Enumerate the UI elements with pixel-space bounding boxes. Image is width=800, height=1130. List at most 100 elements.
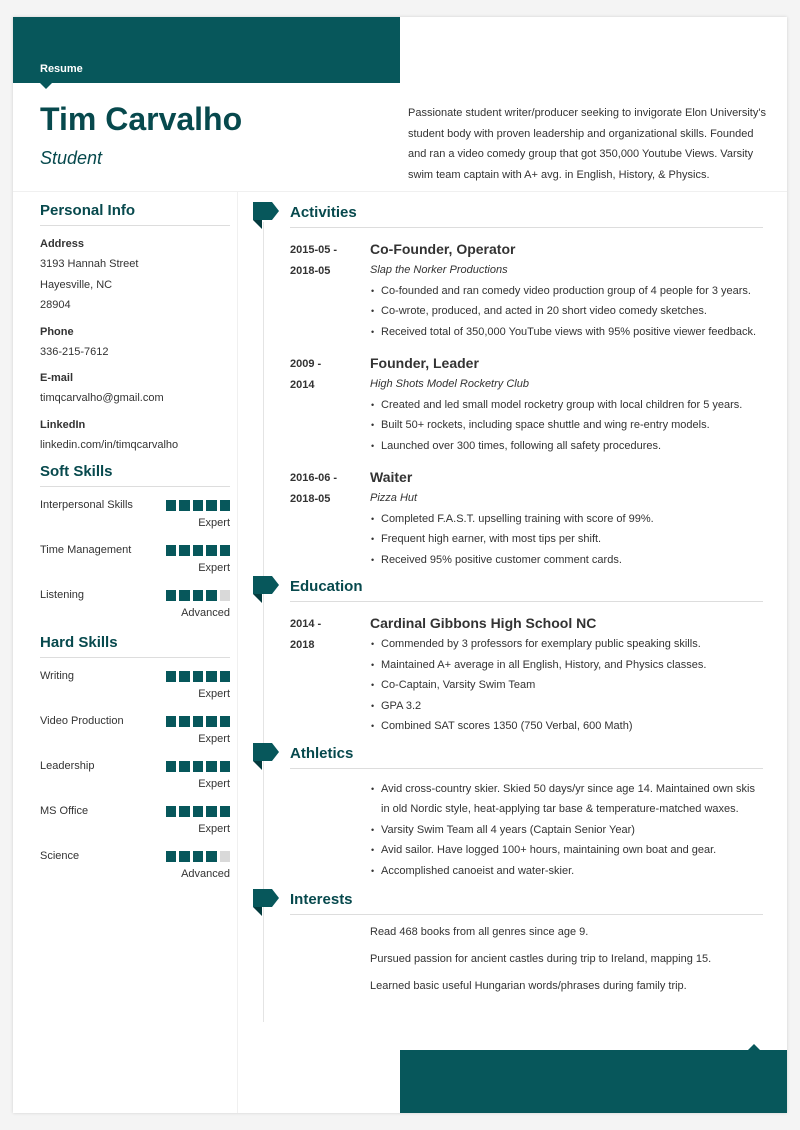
address-group: Address 3193 Hannah Street Hayesville, N… [40, 234, 230, 316]
activities-section: Activities 2015-05 - 2018-05 Co-Founder, O… [253, 202, 763, 570]
section-title-activities: Activities [290, 202, 763, 228]
address-label: Address [40, 238, 85, 250]
bullet-item: Accomplished canoeist and water-skier. [370, 861, 763, 882]
entry-dates: 2015-05 - 2018-05 [290, 240, 360, 281]
rating-dot-filled [179, 851, 190, 862]
rating-dot-filled [165, 500, 176, 511]
skill-rating [165, 545, 230, 556]
rating-dot-empty [219, 851, 230, 862]
entry-body: Waiter Pizza Hut Completed F.A.S.T. upsell… [370, 466, 763, 570]
soft-skills-list: Interpersonal Skills Expert Time Managemen… [40, 495, 230, 630]
interest-item: Read 468 books from all genres since age… [370, 926, 589, 938]
address-line: 3193 Hannah Street [40, 258, 139, 270]
rating-dot-filled [179, 716, 190, 727]
rating-dot-filled [219, 500, 230, 511]
footer-notch [748, 1044, 760, 1050]
skill-rating [165, 806, 230, 817]
rating-dot-filled [165, 671, 176, 682]
linkedin-value[interactable]: linkedin.com/in/timqcarvalho [40, 435, 230, 456]
education-list: 2014 - 2018 Cardinal Gibbons High School N… [253, 602, 763, 737]
rating-dot-filled [219, 671, 230, 682]
bullet-item: Co-wrote, produced, and acted in 20 shor… [370, 301, 763, 322]
rating-dot-filled [219, 761, 230, 772]
rating-dot-filled [219, 545, 230, 556]
header-notch [40, 83, 52, 89]
left-column: Personal Info Address 3193 Hannah Street… [40, 202, 230, 891]
profile-summary: Passionate student writer/producer seeki… [408, 107, 766, 181]
entry-title: Co-Founder, Operator [370, 241, 516, 257]
rating-dot-filled [206, 590, 217, 601]
skill-rating [165, 851, 230, 862]
rating-dot-filled [206, 545, 217, 556]
footer-band [400, 1044, 787, 1113]
skill-rating [165, 671, 230, 682]
rating-dot-filled [179, 671, 190, 682]
skill-rating [165, 761, 230, 772]
phone-label: Phone [40, 325, 74, 338]
date-end: 2014 [290, 378, 315, 391]
bullet-item: Maintained A+ average in all English, Hi… [370, 655, 763, 676]
skill-level: Expert [198, 778, 230, 790]
bullet-item: Frequent high earner, with most tips per… [370, 529, 763, 550]
entry-title: Cardinal Gibbons High School NC [370, 615, 597, 631]
personal-info-section: Personal Info Address 3193 Hannah Street… [40, 202, 230, 455]
entry-title: Waiter [370, 469, 413, 485]
athletics-bullets: Avid cross-country skier. Skied 50 days/… [370, 779, 763, 882]
skill-name: Listening [40, 589, 85, 601]
bullet-item: Varsity Swim Team all 4 years (Captain S… [370, 820, 763, 841]
athletics-section: Athletics Avid cross-country skier. Skie… [253, 742, 763, 882]
skill-rating [165, 716, 230, 727]
entry-organization: High Shots Model Rocketry Club [370, 378, 529, 390]
bullet-item: Combined SAT scores 1350 (750 Verbal, 60… [370, 716, 763, 737]
rating-dot-filled [192, 806, 203, 817]
entry-body: Founder, Leader High Shots Model Rocketry… [370, 352, 763, 456]
rating-dot-filled [179, 500, 190, 511]
rating-dot-filled [219, 806, 230, 817]
rating-dot-filled [206, 806, 217, 817]
skill-name: MS Office [40, 805, 89, 817]
activities-list: 2015-05 - 2018-05 Co-Founder, Operator Slap… [253, 228, 763, 570]
phone-value: 336-215-7612 [40, 345, 109, 358]
skill-rating [165, 500, 230, 511]
entry-bullets: Completed F.A.S.T. upselling training wi… [370, 509, 763, 571]
rating-dot-filled [165, 761, 176, 772]
interests-list: Read 468 books from all genres since age… [370, 919, 763, 1000]
header-divider [13, 191, 787, 192]
skill-level: Advanced [181, 868, 230, 880]
entry-dates: 2014 - 2018 [290, 614, 360, 655]
phone-group: Phone 336-215-7612 [40, 322, 230, 363]
rating-dot-filled [192, 761, 203, 772]
rating-dot-filled [192, 851, 203, 862]
skill-row: Science Advanced [40, 846, 230, 891]
skill-row: Listening Advanced [40, 585, 230, 630]
timeline-entry: 2015-05 - 2018-05 Co-Founder, Operator Slap… [290, 228, 763, 342]
skill-level: Expert [198, 562, 230, 574]
timeline-entry: 2016-06 - 2018-05 Waiter Pizza Hut Completed… [290, 456, 763, 570]
skill-name: Science [40, 850, 80, 862]
bullet-item: Built 50+ rockets, including space shutt… [370, 415, 763, 436]
linkedin-group: LinkedIn linkedin.com/in/timqcarvalho [40, 415, 230, 456]
bullet-item: Completed F.A.S.T. upselling training wi… [370, 509, 763, 530]
date-start: 2009 - [290, 358, 322, 370]
skill-level: Expert [198, 517, 230, 529]
rating-dot-filled [206, 716, 217, 727]
soft-skills-section: Soft Skills Interpersonal Skills Expert Ti… [40, 463, 230, 630]
section-flag-icon [253, 202, 279, 229]
rating-dot-filled [179, 761, 190, 772]
date-start: 2014 - [290, 618, 322, 630]
email-value[interactable]: timqcarvalho@gmail.com [40, 388, 230, 409]
skill-row: Video Production Expert [40, 711, 230, 756]
bullet-item: Created and led small model rocketry gro… [370, 395, 763, 416]
education-section: Education 2014 - 2018 Cardinal Gibbons Hig… [253, 576, 763, 737]
rating-dot-filled [192, 716, 203, 727]
section-flag-icon [253, 576, 279, 603]
email-group: E-mail timqcarvalho@gmail.com [40, 368, 230, 409]
rating-dot-filled [192, 671, 203, 682]
rating-dot-filled [206, 851, 217, 862]
section-title-athletics: Athletics [290, 743, 763, 769]
date-end: 2018-05 [290, 492, 331, 505]
interests-section: Interests Read 468 books from all genres… [253, 889, 763, 1000]
skill-level: Expert [198, 733, 230, 745]
rating-dot-filled [192, 500, 203, 511]
linkedin-label: LinkedIn [40, 418, 86, 431]
